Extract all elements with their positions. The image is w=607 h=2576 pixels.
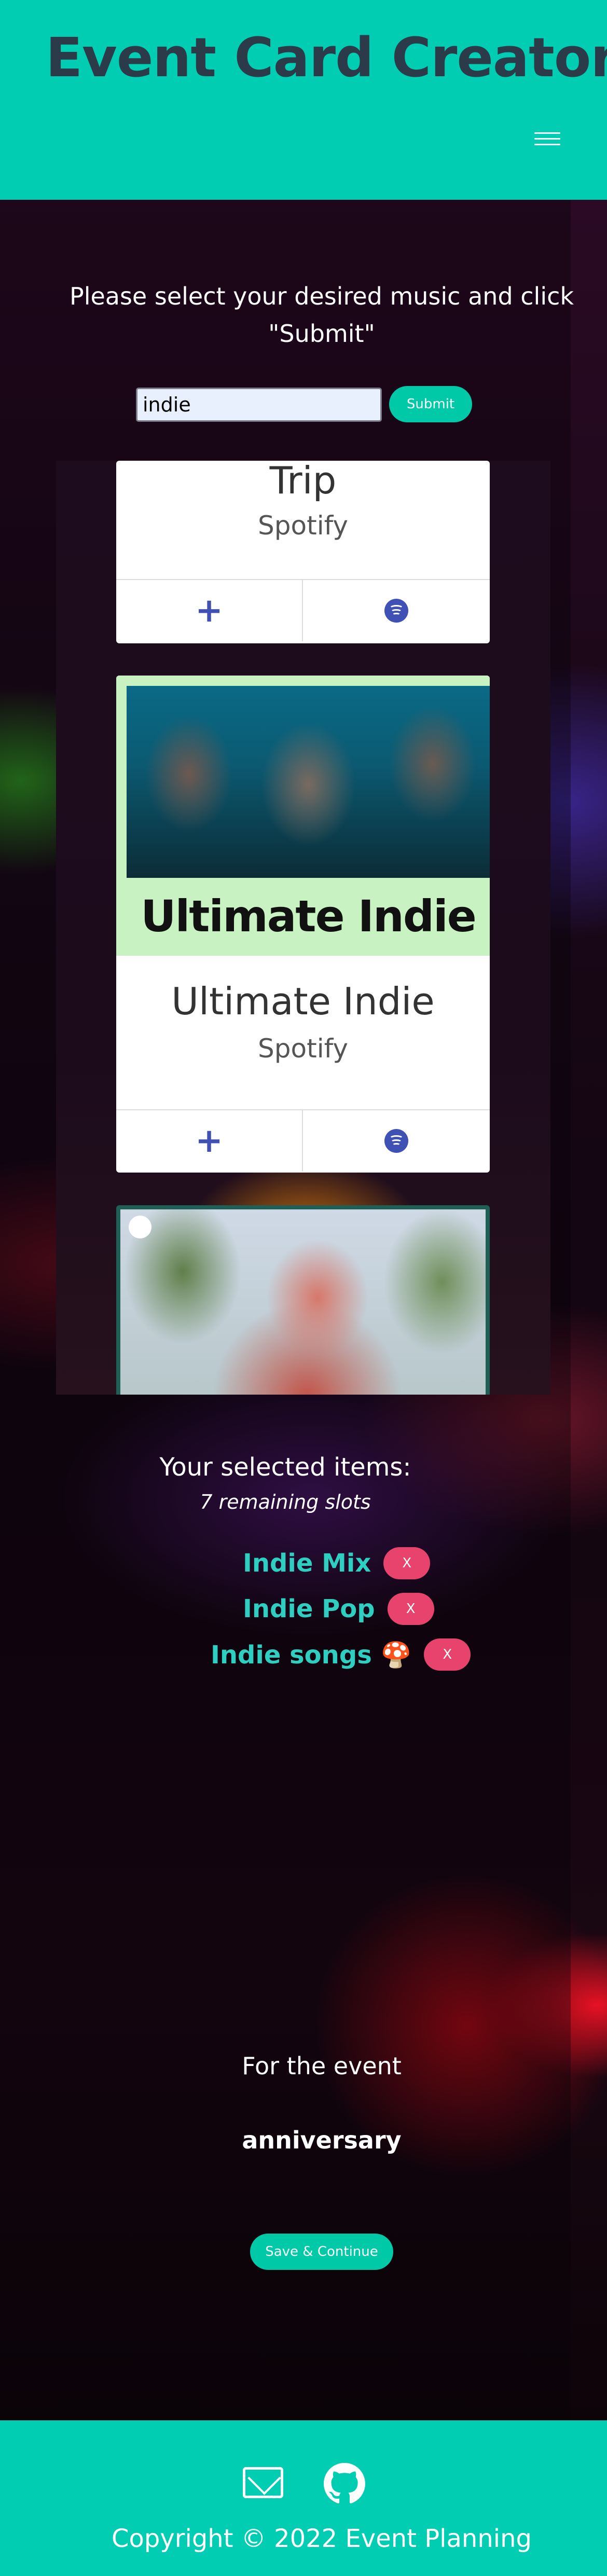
site-footer: Copyright © 2022 Event Planning (0, 2420, 607, 2576)
add-to-selection-button[interactable]: + (116, 1110, 303, 1172)
search-prompt: Please select your desired music and cli… (69, 282, 574, 348)
add-to-selection-button[interactable]: + (116, 580, 303, 641)
result-card-title: Ultimate Indie (171, 980, 435, 1023)
result-card-title: Trip (269, 461, 337, 502)
results-list[interactable]: Trip Spotify + Ultimate Indie Ultimate I… (56, 461, 550, 1395)
selected-item: Indie Mix X (243, 1546, 431, 1580)
selected-item: Indie songs 🍄 X (211, 1637, 471, 1672)
github-icon[interactable] (324, 2463, 365, 2504)
spotify-logo-icon (129, 1216, 151, 1238)
event-label: For the event (242, 2052, 402, 2080)
site-header: Event Card Creator (0, 0, 607, 200)
cover-photo (127, 686, 490, 878)
save-continue-button[interactable]: Save & Continue (250, 2234, 393, 2270)
cover-title-text: Ultimate Indie (141, 891, 476, 942)
plus-icon: + (195, 591, 223, 630)
result-card-actions: + (116, 1109, 490, 1172)
selected-item: Indie Pop X (243, 1592, 434, 1626)
result-card-actions: + (116, 579, 490, 641)
result-card-source: Spotify (258, 511, 348, 541)
remove-item-button[interactable]: X (383, 1547, 431, 1579)
hamburger-menu-icon[interactable] (534, 132, 560, 146)
selected-item-name: Indie songs 🍄 (211, 1640, 412, 1670)
open-spotify-button[interactable] (303, 1110, 490, 1172)
result-card: Trip Spotify + (116, 461, 490, 643)
remove-item-button[interactable]: X (387, 1593, 434, 1625)
remaining-slots: 7 remaining slots (200, 1491, 371, 1513)
spotify-icon (384, 1129, 408, 1153)
remove-item-button[interactable]: X (424, 1638, 471, 1671)
selected-items-title: Your selected items: (159, 1453, 411, 1482)
selected-item-name: Indie Mix (243, 1549, 371, 1578)
search-input[interactable] (136, 388, 382, 422)
spotify-icon (384, 599, 408, 623)
playlist-cover: Ultimate Indie (116, 676, 490, 956)
result-card: Ultimate Indie Ultimate Indie Spotify + (116, 676, 490, 1173)
mail-icon[interactable] (243, 2467, 283, 2498)
plus-icon: + (195, 1122, 223, 1160)
selected-item-name: Indie Pop (243, 1594, 375, 1623)
submit-button[interactable]: Submit (389, 386, 472, 422)
result-card-cover (116, 1205, 490, 1395)
result-card-source: Spotify (258, 1034, 348, 1064)
copyright-text: Copyright © 2022 Event Planning (112, 2524, 532, 2553)
event-name: anniversary (242, 2126, 402, 2154)
open-spotify-button[interactable] (303, 580, 490, 641)
brand-title[interactable]: Event Card Creator (46, 26, 607, 89)
